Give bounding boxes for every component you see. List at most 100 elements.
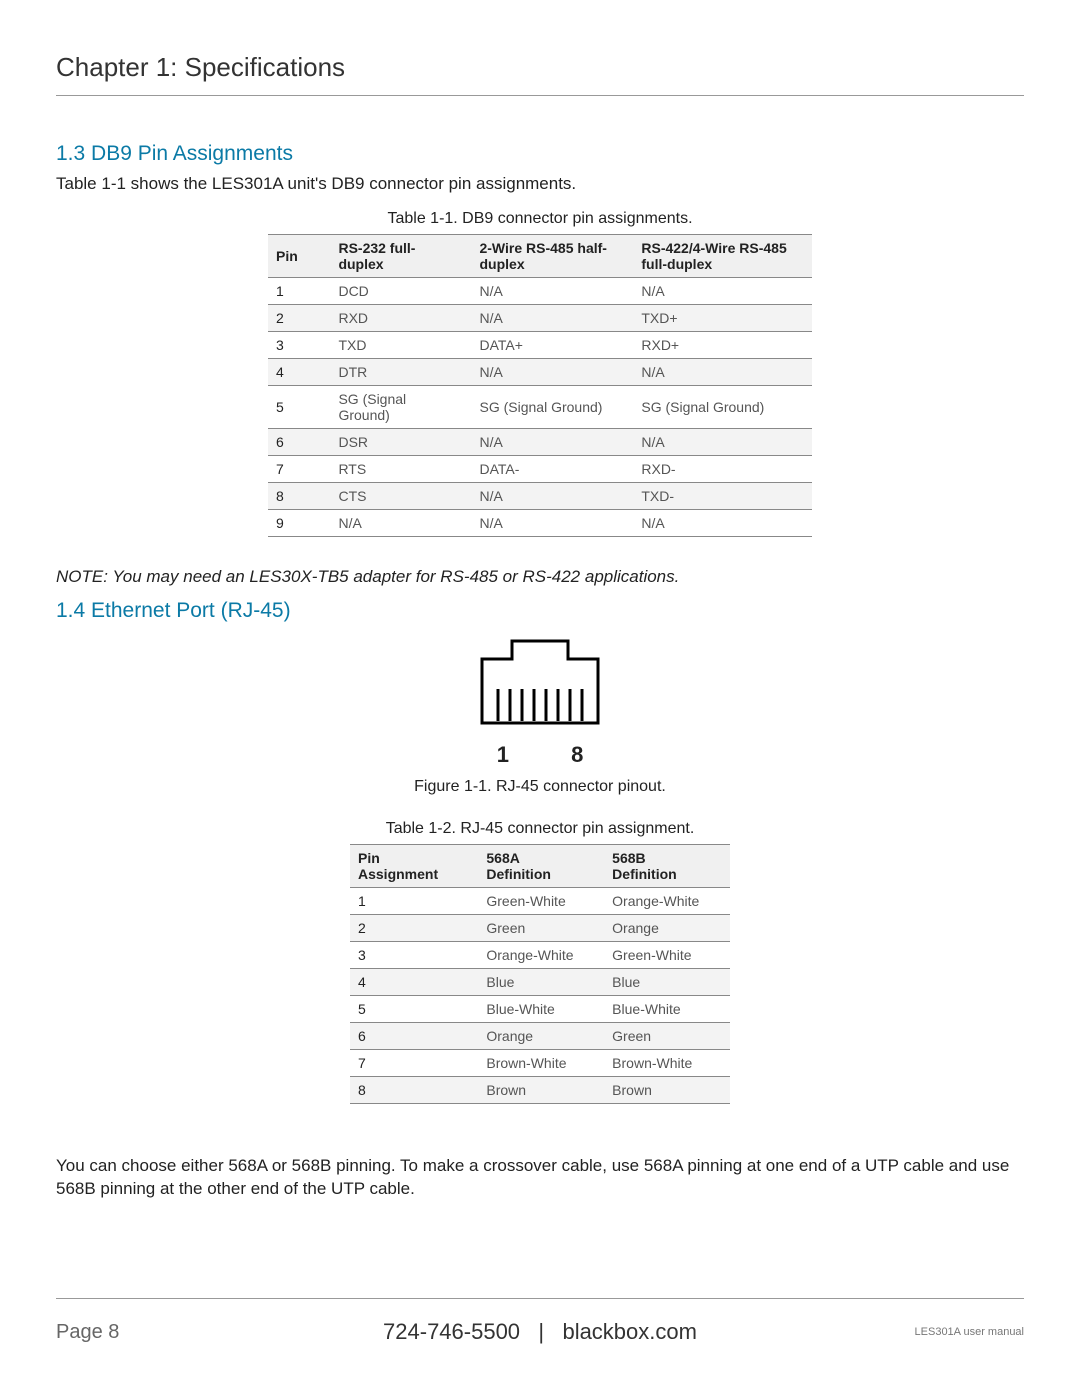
table-cell: 5 (268, 385, 330, 428)
page-footer: Page 8 724-746-5500 | blackbox.com LES30… (56, 1298, 1024, 1357)
table-cell: N/A (471, 509, 633, 536)
table-cell: 1 (350, 887, 478, 914)
footer-doc-id: LES301A user manual (915, 1326, 1024, 1338)
footer-site: blackbox.com (562, 1319, 697, 1344)
table-cell: Blue-White (478, 995, 604, 1022)
table-cell: Orange-White (604, 887, 730, 914)
table-cell: N/A (330, 509, 471, 536)
table-cell: N/A (471, 358, 633, 385)
table-cell: N/A (471, 277, 633, 304)
table-cell: 5 (350, 995, 478, 1022)
table-row: 4DTRN/AN/A (268, 358, 812, 385)
table-1-2-caption: Table 1-2. RJ-45 connector pin assignmen… (56, 820, 1024, 838)
table-header-cell: Pin Assignment (350, 844, 478, 887)
table-cell: Blue-White (604, 995, 730, 1022)
table-cell: 8 (268, 482, 330, 509)
table-header-cell: 568A Definition (478, 844, 604, 887)
table-cell: 2 (268, 304, 330, 331)
footer-contact: 724-746-5500 | blackbox.com (56, 1319, 1024, 1345)
table-cell: TXD- (633, 482, 812, 509)
table-row: 3TXDDATA+RXD+ (268, 331, 812, 358)
table-cell: SG (Signal Ground) (471, 385, 633, 428)
table-cell: N/A (633, 277, 812, 304)
table-cell: Brown-White (478, 1049, 604, 1076)
table-cell: N/A (633, 509, 812, 536)
section-1-3-intro: Table 1-1 shows the LES301A unit's DB9 c… (56, 172, 1024, 196)
table-row: 5Blue-WhiteBlue-White (350, 995, 730, 1022)
table-cell: DTR (330, 358, 471, 385)
rj45-figure: 1 8 (56, 631, 1024, 768)
table-row: 1DCDN/AN/A (268, 277, 812, 304)
rj45-pin-numbers: 1 8 (56, 742, 1024, 768)
table-cell: 6 (350, 1022, 478, 1049)
table-cell: N/A (633, 358, 812, 385)
table-cell: N/A (633, 428, 812, 455)
table-rj45: Pin Assignment568A Definition568B Defini… (350, 844, 730, 1104)
table-cell: 9 (268, 509, 330, 536)
table-cell: N/A (471, 482, 633, 509)
table-row: 7RTSDATA-RXD- (268, 455, 812, 482)
note-text: NOTE: You may need an LES30X-TB5 adapter… (56, 565, 1024, 589)
pin-1-label: 1 (497, 742, 509, 768)
table-cell: RTS (330, 455, 471, 482)
chapter-title: Chapter 1: Specifications (56, 52, 1024, 83)
table-cell: Green (604, 1022, 730, 1049)
table-cell: DATA- (471, 455, 633, 482)
table-db9: PinRS-232 full-duplex2-Wire RS-485 half-… (268, 234, 812, 537)
divider (56, 95, 1024, 96)
table-cell: SG (Signal Ground) (633, 385, 812, 428)
table-cell: Green-White (478, 887, 604, 914)
table-cell: Brown (478, 1076, 604, 1103)
table-row: 2GreenOrange (350, 914, 730, 941)
footer-phone: 724-746-5500 (383, 1319, 520, 1344)
table-header-cell: 568B Definition (604, 844, 730, 887)
figure-1-1-caption: Figure 1-1. RJ-45 connector pinout. (56, 778, 1024, 796)
table-row: 1Green-WhiteOrange-White (350, 887, 730, 914)
table-row: 8BrownBrown (350, 1076, 730, 1103)
footer-separator: | (538, 1319, 544, 1344)
table-row: 7Brown-WhiteBrown-White (350, 1049, 730, 1076)
pinning-footnote: You can choose either 568A or 568B pinni… (56, 1154, 1024, 1202)
table-cell: Brown (604, 1076, 730, 1103)
table-row: 2RXDN/ATXD+ (268, 304, 812, 331)
table-cell: N/A (471, 428, 633, 455)
table-cell: 3 (350, 941, 478, 968)
table-header-cell: 2-Wire RS-485 half-duplex (471, 234, 633, 277)
table-cell: 1 (268, 277, 330, 304)
table-cell: CTS (330, 482, 471, 509)
table-cell: DATA+ (471, 331, 633, 358)
table-cell: TXD (330, 331, 471, 358)
table-cell: 4 (350, 968, 478, 995)
table-cell: SG (Signal Ground) (330, 385, 471, 428)
table-cell: N/A (471, 304, 633, 331)
table-cell: 6 (268, 428, 330, 455)
table-cell: TXD+ (633, 304, 812, 331)
table-cell: RXD+ (633, 331, 812, 358)
table-cell: DSR (330, 428, 471, 455)
table-row: 6DSRN/AN/A (268, 428, 812, 455)
table-header-cell: RS-232 full-duplex (330, 234, 471, 277)
table-cell: Blue (604, 968, 730, 995)
table-row: 5SG (Signal Ground)SG (Signal Ground)SG … (268, 385, 812, 428)
table-cell: Orange-White (478, 941, 604, 968)
table-1-1-caption: Table 1-1. DB9 connector pin assignments… (56, 210, 1024, 228)
table-row: 4BlueBlue (350, 968, 730, 995)
table-header-cell: RS-422/4-Wire RS-485 full-duplex (633, 234, 812, 277)
pin-8-label: 8 (571, 742, 583, 768)
table-cell: 2 (350, 914, 478, 941)
table-cell: 8 (350, 1076, 478, 1103)
table-cell: Green-White (604, 941, 730, 968)
table-header-row: PinRS-232 full-duplex2-Wire RS-485 half-… (268, 234, 812, 277)
table-header-row: Pin Assignment568A Definition568B Defini… (350, 844, 730, 887)
section-1-4-heading: 1.4 Ethernet Port (RJ-45) (56, 599, 1024, 623)
table-cell: 4 (268, 358, 330, 385)
table-header-cell: Pin (268, 234, 330, 277)
table-cell: Brown-White (604, 1049, 730, 1076)
table-cell: DCD (330, 277, 471, 304)
table-cell: 7 (350, 1049, 478, 1076)
table-row: 9N/AN/AN/A (268, 509, 812, 536)
section-1-3-heading: 1.3 DB9 Pin Assignments (56, 142, 1024, 166)
table-row: 3Orange-WhiteGreen-White (350, 941, 730, 968)
table-cell: 7 (268, 455, 330, 482)
table-cell: Blue (478, 968, 604, 995)
